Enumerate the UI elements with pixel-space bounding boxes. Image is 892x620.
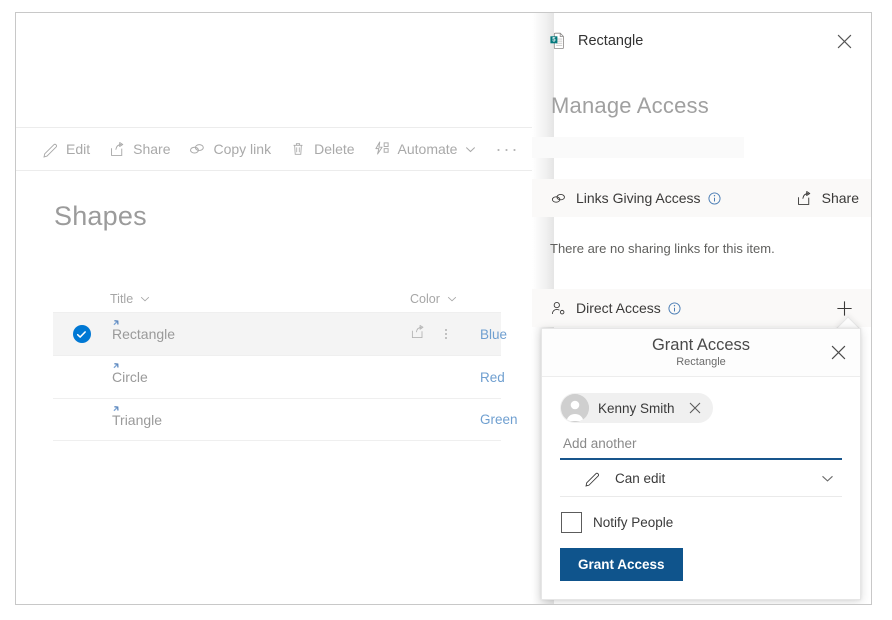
grant-access-close-button[interactable] bbox=[824, 338, 852, 366]
grant-access-title: Grant Access bbox=[651, 336, 751, 354]
more-vertical-icon[interactable] bbox=[440, 326, 452, 342]
panel-header: 5 Rectangle bbox=[532, 13, 871, 69]
row-actions bbox=[410, 324, 480, 345]
command-bar: Edit Share Copy link Delete Automate ··· bbox=[16, 127, 532, 171]
share-icon bbox=[108, 140, 126, 158]
loading-spinner-icon bbox=[108, 318, 122, 332]
command-copy-link-label: Copy link bbox=[213, 141, 272, 157]
direct-access-label: Direct Access bbox=[576, 300, 661, 316]
command-delete-label: Delete bbox=[314, 141, 355, 157]
permission-dropdown[interactable]: Can edit bbox=[560, 460, 842, 497]
row-title-cell: Circle bbox=[110, 363, 410, 385]
links-share-label: Share bbox=[821, 190, 859, 206]
row-title-cell: Triangle bbox=[110, 405, 410, 428]
links-giving-access-label-group: Links Giving Access bbox=[550, 190, 788, 207]
chevron-down-icon bbox=[447, 294, 457, 304]
column-header-title-label: Title bbox=[110, 291, 134, 306]
command-share-label: Share bbox=[133, 141, 171, 157]
chevron-down-icon bbox=[821, 472, 838, 485]
page-frame: Edit Share Copy link Delete Automate ···… bbox=[15, 12, 872, 605]
command-automate-label: Automate bbox=[397, 141, 458, 157]
permission-label: Can edit bbox=[615, 470, 666, 486]
person-avatar-icon bbox=[561, 394, 589, 422]
chevron-down-icon bbox=[140, 294, 150, 304]
panel-close-button[interactable] bbox=[829, 26, 859, 56]
table-row[interactable]: Rectangle Blue bbox=[53, 312, 507, 355]
command-edit-label: Edit bbox=[66, 141, 91, 157]
command-copy-link[interactable]: Copy link bbox=[179, 129, 280, 169]
grant-access-callout-header: Grant Access Rectangle bbox=[542, 329, 860, 377]
chevron-down-icon bbox=[465, 144, 476, 155]
command-overflow-button[interactable]: ··· bbox=[485, 129, 529, 169]
command-automate[interactable]: Automate bbox=[364, 129, 486, 169]
notify-people-row[interactable]: Notify People bbox=[561, 512, 842, 533]
command-delete[interactable]: Delete bbox=[280, 129, 363, 169]
panel-heading: Manage Access bbox=[551, 93, 709, 118]
notify-people-checkbox[interactable] bbox=[561, 512, 582, 533]
share-icon bbox=[796, 190, 813, 207]
items-table: Title Color Rectangle Blue Circle Red Tr… bbox=[53, 285, 518, 441]
automate-icon bbox=[373, 140, 391, 158]
table-row[interactable]: Circle Red bbox=[53, 355, 505, 398]
trash-icon bbox=[289, 140, 307, 158]
info-icon[interactable] bbox=[668, 301, 681, 315]
checkmark-circle-icon bbox=[72, 325, 91, 343]
no-sharing-links-message: There are no sharing links for this item… bbox=[550, 241, 775, 256]
links-giving-access-label: Links Giving Access bbox=[576, 190, 701, 206]
link-icon bbox=[550, 190, 567, 207]
panel-placeholder-bar bbox=[532, 137, 744, 158]
link-icon bbox=[188, 140, 206, 158]
grant-access-callout: Grant Access Rectangle Kenny Smith Add a… bbox=[541, 328, 861, 600]
manage-access-panel: 5 Rectangle Manage Access Links Giving A… bbox=[532, 13, 871, 604]
add-another-input[interactable]: Add another bbox=[560, 430, 842, 460]
links-giving-access-section-header: Links Giving Access Share bbox=[532, 179, 871, 217]
column-header-color-label: Color bbox=[410, 291, 440, 306]
list-view-region: Edit Share Copy link Delete Automate ···… bbox=[16, 13, 532, 604]
column-header-color[interactable]: Color bbox=[410, 292, 457, 306]
direct-access-label-group: Direct Access bbox=[550, 300, 829, 317]
row-color-label: Green bbox=[480, 412, 518, 427]
row-color-label: Blue bbox=[480, 326, 508, 342]
person-add-icon bbox=[550, 300, 567, 317]
command-share[interactable]: Share bbox=[99, 129, 179, 169]
direct-access-section-header: Direct Access bbox=[532, 289, 871, 327]
row-color-label: Red bbox=[480, 369, 505, 385]
person-chip-name: Kenny Smith bbox=[598, 400, 675, 416]
column-header-title[interactable]: Title bbox=[110, 292, 410, 306]
loading-spinner-icon bbox=[108, 404, 122, 418]
panel-header-title-label: Rectangle bbox=[578, 33, 644, 49]
row-title-cell: Rectangle bbox=[110, 320, 410, 342]
pencil-icon bbox=[584, 470, 601, 487]
panel-header-title: 5 Rectangle bbox=[549, 32, 829, 50]
loading-spinner-icon bbox=[108, 361, 122, 375]
person-chip-remove-button[interactable] bbox=[687, 400, 703, 416]
info-icon[interactable] bbox=[707, 191, 721, 205]
table-row[interactable]: Triangle Green bbox=[53, 398, 518, 441]
command-edit[interactable]: Edit bbox=[32, 129, 99, 169]
sharepoint-list-item-icon: 5 bbox=[549, 32, 567, 50]
pencil-icon bbox=[41, 140, 59, 158]
row-share-icon[interactable] bbox=[410, 324, 426, 345]
notify-people-label: Notify People bbox=[593, 515, 674, 530]
page-title: Shapes bbox=[54, 201, 147, 231]
grant-access-body: Kenny Smith Add another Can edit Notify … bbox=[542, 377, 860, 599]
screenshot-root: Edit Share Copy link Delete Automate ···… bbox=[0, 0, 892, 620]
links-share-button[interactable]: Share bbox=[788, 190, 859, 207]
person-chip[interactable]: Kenny Smith bbox=[560, 393, 713, 423]
table-header-row: Title Color bbox=[53, 285, 501, 312]
row-selection-checkbox[interactable] bbox=[53, 325, 110, 343]
grant-access-subtitle: Rectangle bbox=[676, 356, 726, 368]
grant-access-submit-button[interactable]: Grant Access bbox=[560, 548, 683, 581]
